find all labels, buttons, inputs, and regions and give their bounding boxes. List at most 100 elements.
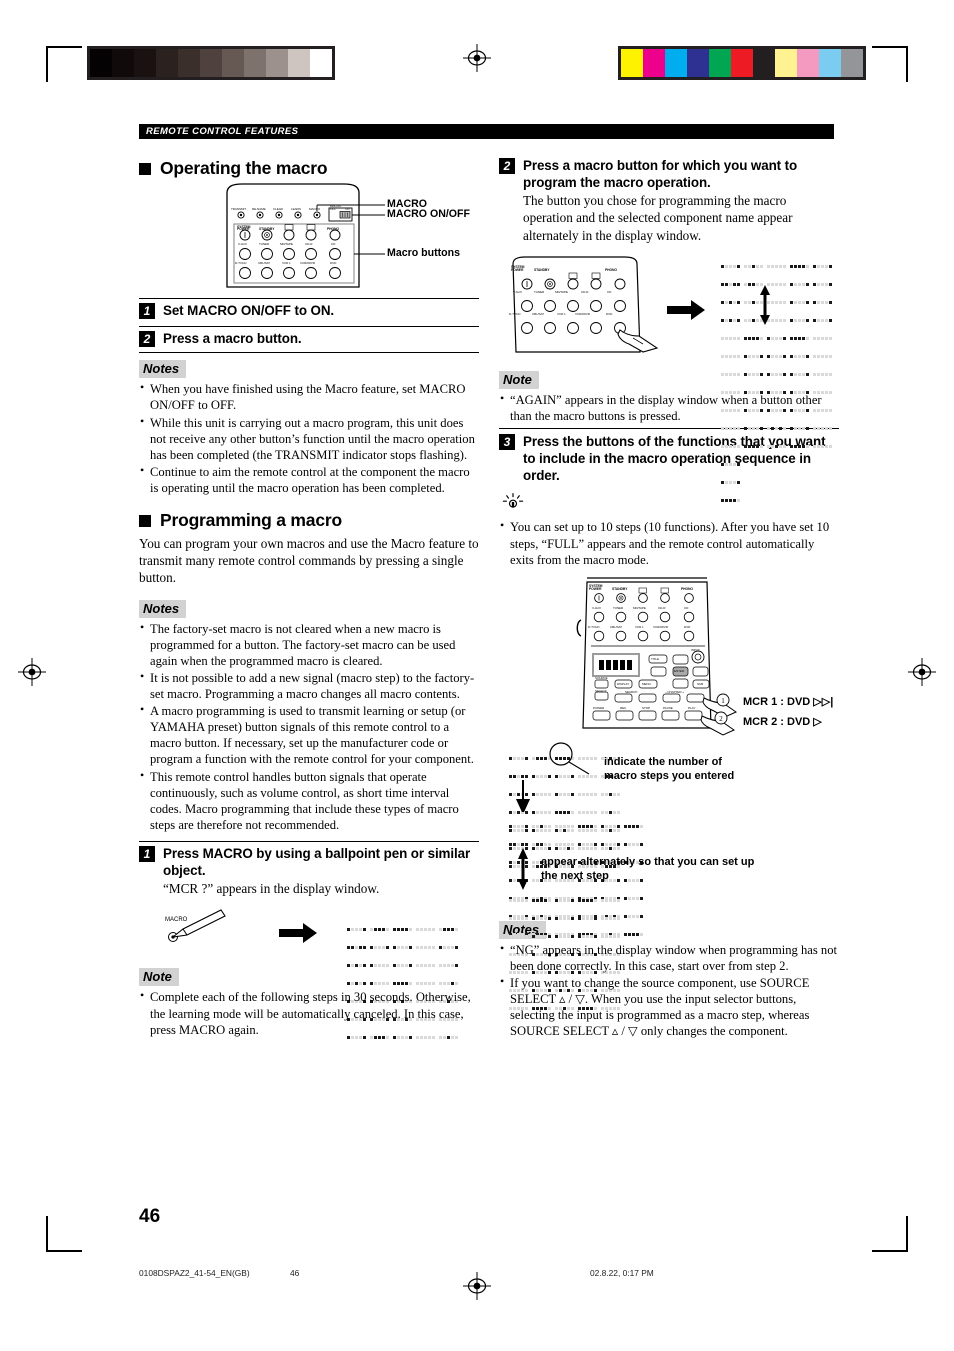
note-item: This remote control handles button signa… <box>139 768 479 833</box>
remote-label-on: ON <box>345 207 350 211</box>
heading-operating-the-macro: Operating the macro <box>139 158 479 179</box>
color-calibration-bar <box>618 46 866 80</box>
registration-mark-bottom <box>463 1272 491 1300</box>
remote-label-dvd: DVD <box>330 261 337 265</box>
remote-label-vcr2dvr: VCR2/DVR <box>575 311 590 316</box>
arrow-down-icon <box>516 779 530 812</box>
ballpoint-pen-icon: MACRO <box>165 909 226 943</box>
figure-press-macro-button: SYSTEM POWER STANDBY PHONO V-AUX TUNER M… <box>499 252 839 502</box>
note-item: “AGAIN” appears in the display window wh… <box>499 391 839 424</box>
note-item: If you want to change the source compone… <box>499 974 839 1039</box>
remote-label-standby: STANDBY <box>259 227 275 232</box>
remote-label-tuner: TUNER <box>613 605 624 610</box>
svg-text:2: 2 <box>719 715 723 723</box>
remote-label-mdtape: MD/TAPE <box>633 605 646 610</box>
remote-label-standby: STANDBY <box>534 267 550 272</box>
note-label-3: Note <box>139 968 179 987</box>
crop-mark-tr-h <box>872 46 908 48</box>
color-swatch <box>753 49 775 77</box>
remote-label-vaux: V-AUX <box>592 605 601 610</box>
note-item: Continue to aim the remote control at th… <box>139 463 479 496</box>
remote-label-tuner: TUNER <box>534 289 545 294</box>
remote-label-cblsat: CBL/SAT <box>532 311 544 316</box>
lcd-character <box>744 328 764 454</box>
remote-label-dvd: DVD <box>606 311 613 316</box>
heading-programming-a-macro: Programming a macro <box>139 510 479 531</box>
color-swatch <box>819 49 841 77</box>
crop-mark-br-v <box>906 1216 908 1252</box>
remote-label-dvd: DVD <box>684 624 691 629</box>
remote-label-cd: CD <box>331 242 336 246</box>
registration-mark-left <box>18 658 46 686</box>
figure-remote-top: TRANSMIT RE-NAME CLEAR LEARN MACRO MACRO… <box>139 183 479 291</box>
right-column: 2 Press a macro button for which you wan… <box>499 152 839 1043</box>
remote-label-play: PLAY <box>688 705 696 710</box>
remote-label-rec: REC <box>620 705 627 710</box>
notes-list-programming: The factory-set macro is not cleared whe… <box>139 620 479 833</box>
remote-label-mdtape: MD/TAPE <box>280 242 293 246</box>
step-subtext: “MCR ?” appears in the display window. <box>163 881 380 897</box>
grayscale-calibration-bar <box>87 46 335 80</box>
gray-swatch <box>178 49 200 77</box>
macro-line-2-text: MCR 2 : DVD <box>743 715 811 728</box>
figure-lcd-sequence: indicate the number of macro steps you e… <box>499 742 839 1010</box>
remote-illustration-step3: 1 2 <box>576 577 738 736</box>
registration-mark-right <box>908 658 936 686</box>
notes-label-2: Notes <box>139 599 187 618</box>
left-column: Operating the macro TRANSMIT RE-NAME CLE… <box>139 152 479 1042</box>
crop-mark-tr-v <box>906 46 908 82</box>
step-number: 2 <box>499 158 515 174</box>
remote-label-chapter: – CHAPTER + <box>665 689 684 694</box>
remote-label-cd: CD <box>607 289 612 294</box>
remote-label-cdr: CD-R <box>581 289 589 294</box>
double-arrow-vertical-icon <box>760 284 770 325</box>
tip-lightbulb-icon <box>502 493 524 509</box>
gray-swatch <box>112 49 134 77</box>
remote-label-select: SELECT <box>595 688 607 693</box>
color-swatch <box>797 49 819 77</box>
remote-label-rename: RE-NAME <box>252 207 266 211</box>
caption-alternate: appear alternately so that you can set u… <box>541 855 755 882</box>
remote-label-cdr: CD-R <box>658 605 666 610</box>
note-item: The factory-set macro is not cleared whe… <box>139 620 479 669</box>
gray-swatch <box>266 49 288 77</box>
remote-label-power-transport: POWER <box>593 705 605 710</box>
color-swatch <box>643 49 665 77</box>
arrow-right-icon <box>279 923 317 944</box>
macro-line-1: MCR 1 : DVD ▷▷| <box>743 696 833 710</box>
tip-list: You can set up to 10 steps (10 functions… <box>499 518 839 567</box>
step-title: Press a macro button. <box>163 331 302 347</box>
remote-label-enter: ENTER <box>674 669 684 674</box>
gray-swatch <box>310 49 332 77</box>
crop-mark-tl-v <box>46 46 48 82</box>
remote-label-display: DISPLAY <box>617 681 630 686</box>
remote-label-input: INPUT <box>691 647 700 652</box>
section-header: REMOTE CONTROL FEATURES <box>139 124 839 139</box>
skip-forward-icon: ▷▷| <box>813 695 834 708</box>
tip-item: You can set up to 10 steps (10 functions… <box>499 518 839 567</box>
remote-label-vaux: V-AUX <box>513 289 522 294</box>
gray-swatch <box>288 49 310 77</box>
step-number: 1 <box>139 845 155 862</box>
color-swatch <box>621 49 643 77</box>
notes-list-operating: When you have finished using the Macro f… <box>139 380 479 496</box>
remote-label-pause: PAUSE <box>663 705 673 710</box>
step-subtext: The button you chose for programming the… <box>523 193 793 243</box>
step-2-operating: 2 Press a macro button. <box>139 326 479 348</box>
gray-swatch <box>222 49 244 77</box>
remote-top-illustration <box>226 183 385 288</box>
figure-full-remote: 1 2 SYSTEM POWER STANDBY PHONO V-AUX TUN… <box>499 576 839 738</box>
callout-circle-icon <box>549 742 590 775</box>
notes-list-again: “AGAIN” appears in the display window wh… <box>499 391 839 424</box>
remote-label-vcr1: VCR 1 <box>557 311 566 316</box>
heading-text: Programming a macro <box>160 510 342 531</box>
remote-label-power: POWER <box>237 227 250 232</box>
remote-label-learn: LEARN <box>291 207 301 211</box>
gray-swatch <box>244 49 266 77</box>
color-swatch <box>709 49 731 77</box>
remote-label-dtvld: D-TV/LD <box>235 261 247 265</box>
callout-macro-onoff: MACRO ON/OFF <box>387 208 470 220</box>
arrow-right-icon <box>667 299 705 320</box>
caption-step-count: indicate the number of macro steps you e… <box>604 755 735 782</box>
remote-label-cblsat: CBL/SAT <box>610 624 622 629</box>
